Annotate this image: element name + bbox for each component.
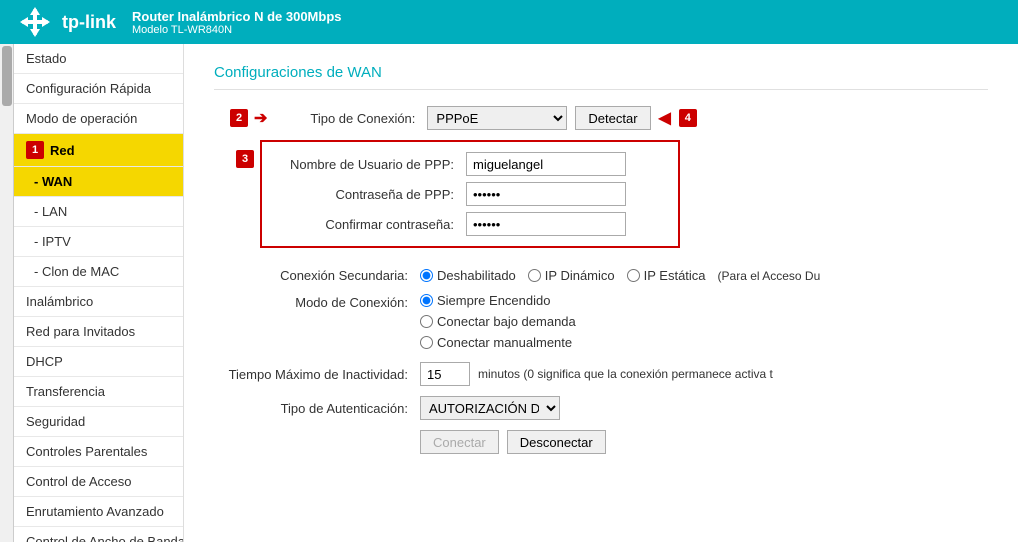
connect-button[interactable]: Conectar [420,430,499,454]
disconnect-button[interactable]: Desconectar [507,430,606,454]
sidebar-item-enrutamiento-avanzado[interactable]: Enrutamiento Avanzado [14,497,183,527]
secondary-conn-options: Deshabilitado IP Dinámico IP Estática (P… [420,268,820,283]
badge-3: 3 [236,150,254,168]
secondary-conn-label: Conexión Secundaria: [214,268,420,283]
action-buttons-row: Conectar Desconectar [214,430,988,454]
logo-text: tp-link [62,12,116,33]
inactivity-input[interactable] [420,362,470,386]
sidebar-item-lan[interactable]: - LAN [14,197,183,227]
sidebar-item-red-invitados[interactable]: Red para Invitados [14,317,183,347]
badge-1: 1 [26,141,44,159]
confirm-password-input[interactable] [466,212,626,236]
sidebar-item-dhcp[interactable]: DHCP [14,347,183,377]
sidebar-item-seguridad[interactable]: Seguridad [14,407,183,437]
sidebar-item-clon-mac[interactable]: - Clon de MAC [14,257,183,287]
sidebar-scrollbar[interactable] [0,44,14,542]
connection-mode-group: Siempre Encendido Conectar bajo demanda … [420,293,576,352]
mode-siempre-encendido[interactable]: Siempre Encendido [420,293,576,308]
connection-type-label: Tipo de Conexión: [267,111,427,126]
sidebar-item-config-rapida[interactable]: Configuración Rápida [14,74,183,104]
sidebar-item-controles-parentales[interactable]: Controles Parentales [14,437,183,467]
connection-type-row: 2 ➔ Tipo de Conexión: PPPoE Detectar ◀ 4 [214,106,988,130]
inactivity-row: Tiempo Máximo de Inactividad: minutos (0… [214,362,988,386]
sidebar-item-iptv[interactable]: - IPTV [14,227,183,257]
auth-type-label: Tipo de Autenticación: [214,401,420,416]
auth-type-row: Tipo de Autenticación: AUTORIZACIÓN DI [214,396,988,420]
inactivity-label: Tiempo Máximo de Inactividad: [214,367,420,382]
mode-manualmente[interactable]: Conectar manualmente [420,335,576,350]
ppp-password-label: Contraseña de PPP: [276,187,466,202]
confirm-password-row: Confirmar contraseña: [276,212,664,236]
secondary-conn-disabled[interactable]: Deshabilitado [420,268,516,283]
inactivity-value-area: minutos (0 significa que la conexión per… [420,362,773,386]
sidebar-item-modo-operacion[interactable]: Modo de operación [14,104,183,134]
connection-type-value-area: PPPoE Detectar ◀ 4 [427,106,696,130]
sidebar-item-transferencia[interactable]: Transferencia [14,377,183,407]
arrow-from-detect: ◀ [659,108,671,128]
header-main-title: Router Inalámbrico N de 300Mbps [132,9,342,24]
confirm-password-label: Confirmar contraseña: [276,217,466,232]
connection-type-select[interactable]: PPPoE [427,106,567,130]
secondary-conn-row: Conexión Secundaria: Deshabilitado IP Di… [214,268,988,283]
sidebar-item-control-acceso[interactable]: Control de Acceso [14,467,183,497]
ppp-username-input[interactable] [466,152,626,176]
secondary-conn-ip-estatica[interactable]: IP Estática [627,268,706,283]
section-title: Configuraciones de WAN [214,64,988,90]
secondary-conn-note: (Para el Acceso Du [718,269,821,283]
connection-mode-row: Modo de Conexión: Siempre Encendido Cone… [214,293,988,352]
header-model: Modelo TL-WR840N [132,24,342,36]
auth-type-select[interactable]: AUTORIZACIÓN DI [420,396,560,420]
inactivity-note: minutos (0 significa que la conexión per… [478,367,773,381]
ppp-password-input[interactable] [466,182,626,206]
main-content: Configuraciones de WAN 2 ➔ Tipo de Conex… [184,44,1018,542]
action-buttons: Conectar Desconectar [420,430,606,454]
logo-icon [16,3,54,41]
ppp-username-label: Nombre de Usuario de PPP: [276,157,466,172]
ppp-password-row: Contraseña de PPP: [276,182,664,206]
header-title: Router Inalámbrico N de 300Mbps Modelo T… [132,9,342,36]
sidebar: Estado Configuración Rápida Modo de oper… [14,44,184,542]
sidebar-item-red[interactable]: 1 Red [14,134,183,167]
connection-mode-label: Modo de Conexión: [214,293,420,310]
header: tp-link Router Inalámbrico N de 300Mbps … [0,0,1018,44]
ppp-username-row: Nombre de Usuario de PPP: [276,152,664,176]
badge-4: 4 [679,109,697,127]
mode-bajo-demanda[interactable]: Conectar bajo demanda [420,314,576,329]
credentials-box: Nombre de Usuario de PPP: Contraseña de … [260,140,680,248]
secondary-conn-ip-dinamico[interactable]: IP Dinámico [528,268,615,283]
sidebar-item-estado[interactable]: Estado [14,44,183,74]
badge-2: 2 [230,109,248,127]
detect-button[interactable]: Detectar [575,106,650,130]
scroll-thumb[interactable] [2,46,12,106]
arrow-to-connection-type: ➔ [254,108,267,128]
sidebar-item-wan[interactable]: - WAN [14,167,183,197]
logo-area: tp-link [16,3,116,41]
sidebar-item-inalambrico[interactable]: Inalámbrico [14,287,183,317]
sidebar-item-control-ancho[interactable]: Control de Ancho de Banda [14,527,183,542]
